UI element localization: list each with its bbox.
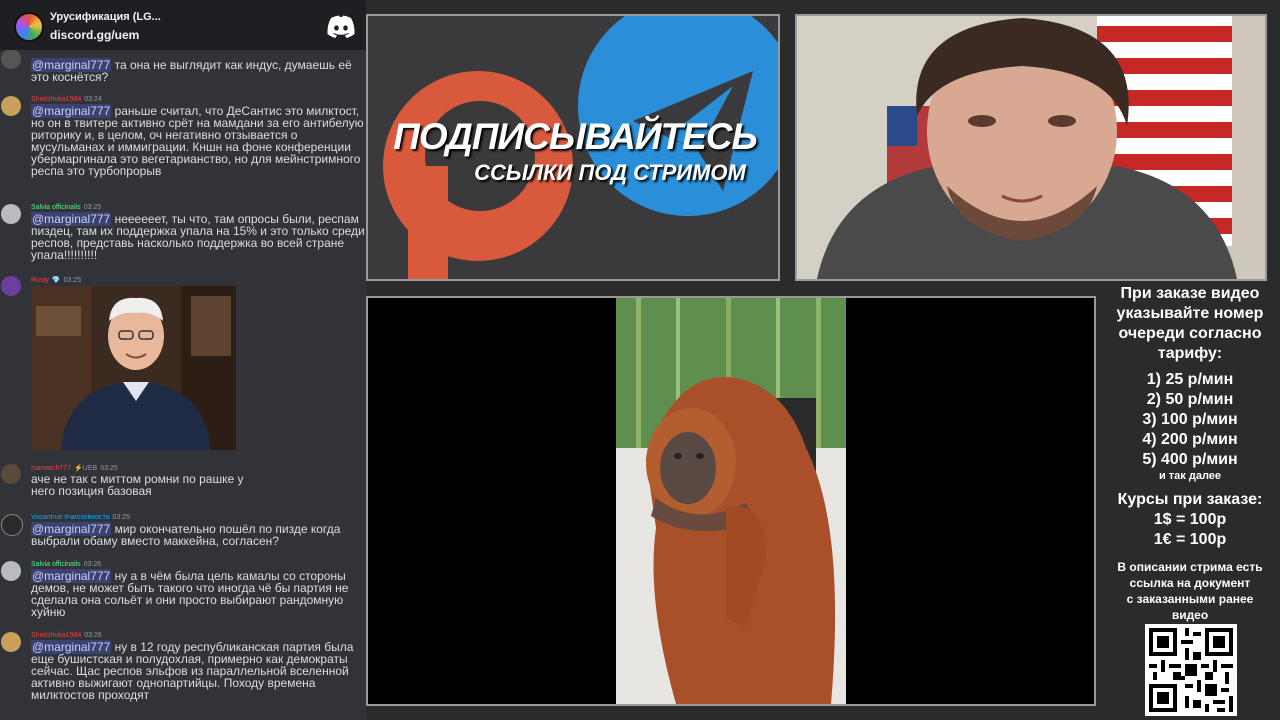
avatar — [1, 276, 21, 296]
avatar — [1, 514, 23, 536]
message-meta: Salvia officinalis 03:26 — [31, 561, 101, 568]
chat-panel: @marginal777 та она не выглядит как инду… — [0, 0, 366, 720]
rate-item: 1€ = 100р — [1153, 531, 1227, 548]
attached-image[interactable] — [31, 286, 236, 450]
timestamp: 03:25 — [83, 204, 102, 211]
author-name[interactable]: Rusty — [31, 277, 49, 284]
message-meta: Isaneech777 ⚡UEB 03:25 — [31, 464, 118, 472]
author-name[interactable]: Shakshuka1984 — [31, 632, 81, 639]
video-player[interactable] — [366, 296, 1096, 706]
info-footer-line: В описании стрима есть — [1117, 560, 1263, 574]
info-footer: В описании стрима есть ссылка на докумен… — [1100, 559, 1280, 623]
info-heading-line: тарифу: — [1157, 345, 1223, 362]
info-heading-line: указывайте номер — [1116, 305, 1264, 322]
tariff-list: 1) 25 р/мин 2) 50 р/мин 3) 100 р/мин 4) … — [1100, 370, 1280, 482]
info-footer-line: ссылка на документ — [1129, 576, 1251, 590]
message-body: @marginal777 мир окончательно пошёл по п… — [31, 522, 366, 547]
message-body: @marginal777 ну а в чём была цель камалы… — [31, 569, 366, 618]
promo-banner: ПОДПИСЫВАЙТЕСЬ ССЫЛКИ ПОД СТРИМОМ — [366, 14, 780, 281]
timestamp: 03:25 — [100, 465, 118, 472]
avatar — [1, 464, 21, 484]
message-text: аче не так с миттом ромни по рашке у нег… — [31, 472, 244, 498]
rate-item: 1$ = 100р — [1153, 511, 1227, 528]
server-name[interactable]: Урусификация (LG... — [50, 11, 161, 23]
tariff-item: 5) 400 р/мин — [1142, 451, 1238, 468]
avatar — [1, 49, 21, 69]
message-body: @marginal777 ну в 12 году республиканска… — [31, 640, 366, 701]
author-name[interactable]: Shakshuka1984 — [31, 96, 81, 103]
tariff-item: 4) 200 р/мин — [1142, 431, 1238, 448]
tariff-item: 2) 50 р/мин — [1146, 391, 1234, 408]
message-meta: Vasantrue #чмозовиостя 03:25 — [31, 514, 130, 521]
webcam-image — [797, 16, 1265, 279]
server-icon[interactable] — [14, 12, 44, 42]
timestamp: 03:26 — [84, 632, 102, 639]
server-invite-link[interactable]: discord.gg/uem — [50, 28, 139, 42]
promo-title: ПОДПИСЫВАЙТЕСЬ — [393, 116, 757, 157]
promo-subtitle: ССЫЛКИ ПОД СТРИМОМ — [474, 160, 746, 185]
role-badge: 💎 — [51, 277, 61, 284]
avatar — [1, 561, 21, 581]
info-footer-line: с заказанными ранее — [1126, 592, 1254, 606]
message-meta: Rusty 💎 03:25 — [31, 276, 81, 284]
avatar — [1, 204, 21, 224]
timestamp: 03:24 — [84, 96, 102, 103]
avatar — [1, 96, 21, 116]
timestamp: 03:26 — [83, 561, 102, 568]
info-heading-line: очереди согласно — [1118, 325, 1262, 342]
message-meta: Salvia officinalis 03:25 — [31, 204, 101, 211]
tariff-etc: и так далее — [1158, 470, 1222, 482]
message-body: @marginal777 раньше считал, что ДеСантис… — [31, 104, 366, 178]
message-text: раньше считал, что ДеСантис это милктост… — [31, 104, 364, 178]
avatar — [1, 632, 21, 652]
timestamp: 03:25 — [112, 514, 131, 521]
tariff-item: 1) 25 р/мин — [1146, 371, 1234, 388]
tariff-item: 3) 100 р/мин — [1142, 411, 1238, 428]
message-meta: Shakshuka1984 03:24 — [31, 96, 102, 103]
message-body: аче не так с миттом ромни по рашке у нег… — [31, 473, 251, 497]
discord-icon — [327, 15, 355, 38]
message-body: @marginal777 неееееет, ты что, там опрос… — [31, 212, 366, 261]
author-name[interactable]: Isaneech777 — [31, 465, 71, 472]
rates-title: Курсы при заказе: — [1117, 491, 1263, 508]
info-footer-line: видео — [1171, 608, 1209, 622]
author-name[interactable]: Salvia officinalis — [31, 204, 81, 211]
rates: Курсы при заказе: 1$ = 100р 1€ = 100р — [1100, 490, 1280, 550]
author-name[interactable]: Vasantrue #чмозовиостя — [31, 514, 110, 521]
author-name[interactable]: Salvia officinalis — [31, 561, 81, 568]
timestamp: 03:25 — [63, 277, 82, 284]
qr-code[interactable] — [1145, 624, 1237, 716]
info-heading-line: При заказе видео — [1120, 285, 1260, 302]
webcam-feed — [795, 14, 1267, 281]
message-meta: Shakshuka1984 03:26 — [31, 632, 102, 639]
chat-header: Урусификация (LG... discord.gg/uem — [0, 0, 366, 50]
info-heading: При заказе видео указывайте номер очеред… — [1100, 284, 1280, 364]
order-info-panel: При заказе видео указывайте номер очеред… — [1100, 284, 1280, 720]
message-body: @marginal777 та она не выглядит как инду… — [31, 58, 366, 83]
role-badge: ⚡UEB — [74, 465, 98, 472]
video-frame — [616, 298, 846, 704]
